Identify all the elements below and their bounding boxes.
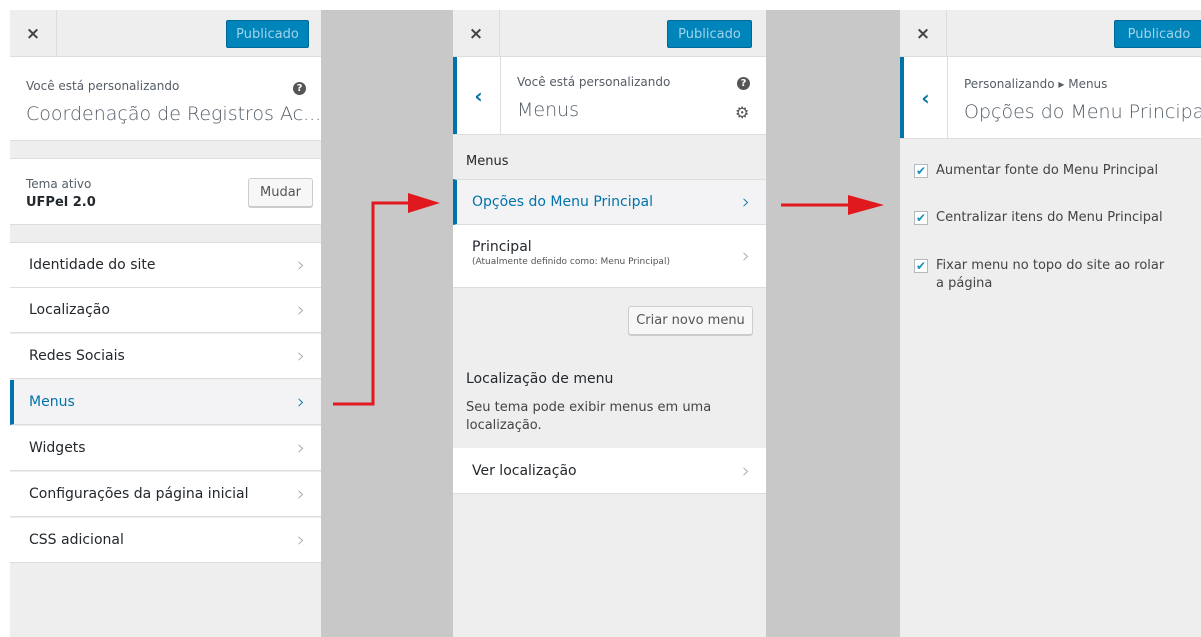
arrow-head	[848, 195, 884, 215]
flow-arrows	[333, 193, 884, 406]
arrow-menus-to-panel	[333, 201, 410, 406]
arrow-head	[408, 193, 440, 213]
